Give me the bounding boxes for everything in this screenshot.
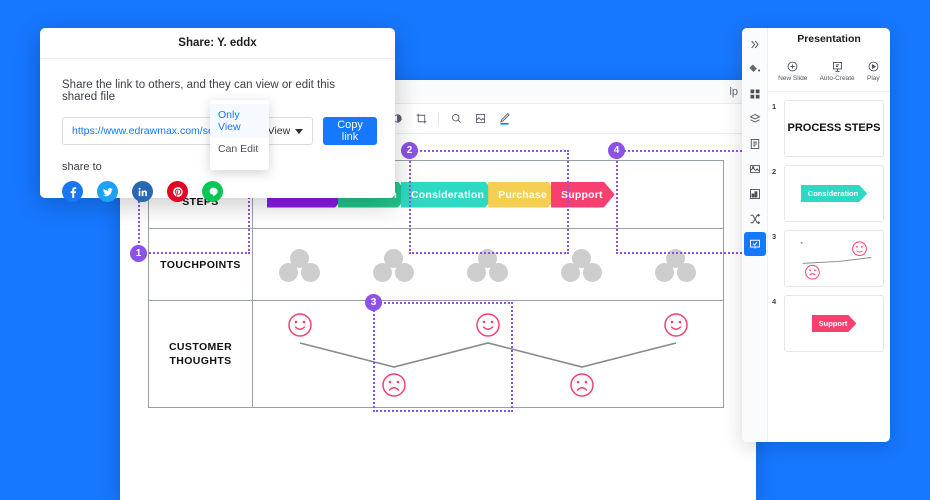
linkedin-icon[interactable]: [132, 181, 153, 202]
slide-thumbnail[interactable]: Support: [784, 295, 884, 352]
slide-item[interactable]: 4 Support: [772, 295, 884, 352]
shuffle-icon[interactable]: [744, 207, 766, 231]
selection-badge-2[interactable]: 2: [401, 142, 418, 159]
row-label-line1: CUSTOMER: [168, 341, 233, 353]
crop-icon[interactable]: [410, 108, 432, 130]
document-icon[interactable]: [744, 132, 766, 156]
sentiment-line: [300, 343, 676, 367]
process-step-label: Support: [561, 188, 603, 201]
copy-link-button[interactable]: Copy link: [323, 117, 377, 145]
fill-bucket-icon[interactable]: [744, 57, 766, 81]
image-icon[interactable]: [744, 157, 766, 181]
touchpoint-group[interactable]: [441, 248, 535, 282]
slide-number: 3: [772, 232, 777, 241]
process-step-purchase[interactable]: Purchase: [488, 182, 559, 208]
slide-list[interactable]: 1 PROCESS STEPS 2 Consideration 3 4 Support: [768, 92, 890, 442]
play-button[interactable]: Play: [867, 60, 880, 82]
happy-face-icon[interactable]: [665, 314, 687, 336]
chart-icon[interactable]: [744, 182, 766, 206]
slide-number: 2: [772, 167, 777, 176]
presentation-panel: Presentation New Slide Auto-Create Play …: [742, 28, 890, 442]
permission-menu[interactable]: Only View Can Edit: [210, 100, 269, 170]
slide-faces-preview: [800, 241, 872, 280]
share-dialog-description: Share the link to others, and they can v…: [62, 79, 335, 103]
process-step-support[interactable]: Support: [551, 182, 615, 208]
touchpoint-group[interactable]: [629, 248, 723, 282]
auto-create-label: Auto-Create: [819, 74, 855, 82]
share-dialog-title: Share: Y. eddx: [40, 28, 395, 59]
touchpoint-circles-icon: [279, 248, 321, 282]
sad-face-icon[interactable]: [571, 374, 593, 396]
journey-row-touchpoints: TOUCHPOINTS: [149, 229, 723, 301]
auto-create-button[interactable]: Auto-Create: [820, 60, 855, 82]
toolbar-divider: [438, 111, 439, 126]
image-icon[interactable]: [469, 108, 491, 130]
slide-chevron-label: Consideration: [807, 189, 859, 198]
slide-number: 4: [772, 297, 777, 306]
touchpoint-circles-icon: [373, 248, 415, 282]
row-label-line2: THOUGHTS: [169, 355, 232, 367]
chevron-down-icon: [295, 128, 304, 134]
permission-option-can-edit[interactable]: Can Edit: [210, 138, 269, 160]
slide-thumbnail[interactable]: Consideration: [784, 165, 884, 222]
touchpoint-group[interactable]: [535, 248, 629, 282]
customer-thoughts-chart: [253, 301, 723, 406]
touchpoint-circles-icon: [467, 248, 509, 282]
twitter-icon[interactable]: [97, 181, 118, 202]
share-link-box[interactable]: https://www.edrawmax.com/server.. Only V…: [62, 117, 314, 145]
menu-item-help[interactable]: lp: [723, 86, 744, 98]
panel-icon-rail: [742, 28, 768, 442]
line-icon[interactable]: [202, 181, 223, 202]
plus-circle-icon: [787, 61, 798, 71]
process-step-label: Purchase: [498, 188, 548, 201]
row-label-line1: TOUCHPOINTS: [160, 258, 241, 271]
presentation-toolbar: New Slide Auto-Create Play: [768, 50, 890, 92]
easel-icon: [832, 61, 842, 72]
presentation-panel-title: Presentation: [797, 33, 861, 45]
process-step-consideration[interactable]: Consideration: [401, 182, 496, 208]
journey-row-customer-thoughts: CUSTOMER THOUGHTS: [149, 301, 723, 407]
presentation-icon[interactable]: [743, 232, 766, 256]
presentation-main: Presentation New Slide Auto-Create Play …: [768, 28, 890, 442]
happy-face-icon[interactable]: [477, 314, 499, 336]
selection-badge-1[interactable]: 1: [130, 245, 147, 262]
grid-icon[interactable]: [744, 82, 766, 106]
new-slide-button[interactable]: New Slide: [778, 60, 807, 82]
slide-chevron-shape: Support: [812, 315, 857, 332]
slide-item[interactable]: 1 PROCESS STEPS: [772, 100, 884, 157]
play-circle-icon: [868, 61, 879, 71]
sad-face-icon[interactable]: [383, 374, 405, 396]
slide-title-text: PROCESS STEPS: [787, 122, 881, 135]
slide-thumbnail[interactable]: [784, 230, 884, 287]
touchpoint-group[interactable]: [347, 248, 441, 282]
pinterest-icon[interactable]: [167, 181, 188, 202]
row-label-touchpoints: TOUCHPOINTS: [149, 229, 253, 300]
zoom-icon[interactable]: [445, 108, 467, 130]
touchpoint-circles-icon: [561, 248, 603, 282]
slide-chevron-shape: Consideration: [801, 185, 867, 202]
touchpoint-group[interactable]: [253, 248, 347, 282]
slide-thumbnail[interactable]: PROCESS STEPS: [784, 100, 884, 157]
selection-badge-4[interactable]: 4: [608, 142, 625, 159]
layers-icon[interactable]: [744, 107, 766, 131]
journey-row-body: [253, 229, 723, 300]
journey-row-body: [253, 301, 723, 407]
touchpoint-circles-icon: [655, 248, 697, 282]
happy-face-icon[interactable]: [289, 314, 311, 336]
facebook-icon[interactable]: [62, 181, 83, 202]
process-step-label: Consideration: [410, 188, 485, 201]
slide-number: 1: [772, 102, 777, 111]
selection-badge-3[interactable]: 3: [365, 294, 382, 311]
new-slide-label: New Slide: [778, 74, 808, 82]
touchpoint-list: [253, 229, 723, 300]
social-share-list: [40, 173, 395, 202]
collapse-right-icon[interactable]: [744, 32, 766, 56]
slide-item[interactable]: 2 Consideration: [772, 165, 884, 222]
slide-chevron-label: Support: [818, 319, 848, 328]
row-label-customer-thoughts: CUSTOMER THOUGHTS: [149, 301, 253, 407]
slide-item[interactable]: 3: [772, 230, 884, 287]
pencil-icon[interactable]: [493, 108, 515, 130]
permission-option-only-view[interactable]: Only View: [210, 104, 269, 138]
play-label: Play: [867, 74, 880, 82]
